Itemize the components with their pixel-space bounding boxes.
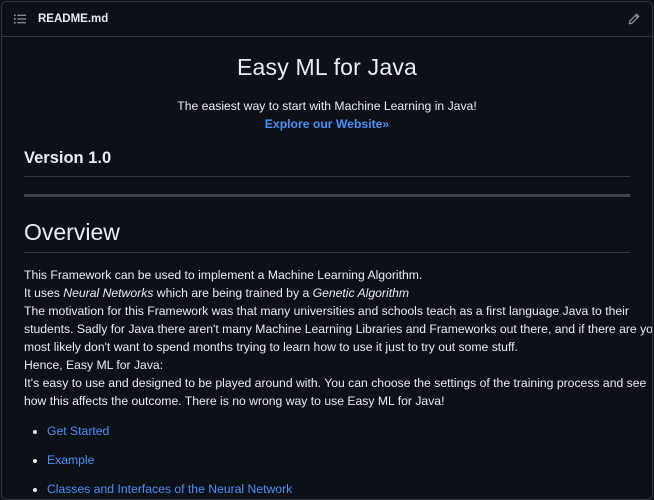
get-started-link[interactable]: Get Started	[47, 424, 109, 438]
classes-interfaces-link[interactable]: Classes and Interfaces of the Neural Net…	[47, 482, 292, 496]
file-header: README.md	[2, 2, 652, 37]
text-line: It's easy to use and designed to be play…	[24, 376, 647, 390]
tagline: The easiest way to start with Machine Le…	[177, 99, 477, 113]
list-item: Example	[47, 451, 630, 469]
readme-title: Easy ML for Java	[236, 54, 418, 80]
text-line: This Framework can be used to implement …	[24, 268, 423, 282]
list-icon[interactable]	[12, 11, 28, 27]
overview-heading: Overview	[24, 217, 630, 253]
pencil-icon[interactable]	[626, 11, 642, 27]
list-item: Classes and Interfaces of the Neural Net…	[47, 480, 630, 498]
text-line: Hence, Easy ML for Java:	[24, 358, 164, 372]
text-line: It uses Neural Networks which are being …	[24, 284, 630, 302]
readme-content: Easy ML for Java The easiest way to star…	[2, 51, 652, 498]
text-line: students. Sadly for Java there aren't ma…	[24, 322, 653, 336]
readme-panel: README.md Easy ML for Java The easiest w…	[1, 1, 653, 500]
emphasis-neural-networks: Neural Networks	[63, 286, 154, 300]
example-link[interactable]: Example	[47, 453, 94, 467]
version-heading: Version 1.0	[24, 146, 630, 177]
website-link[interactable]: Explore our Website»	[265, 117, 389, 131]
emphasis-genetic-algorithm: Genetic Algorithm	[312, 286, 410, 300]
text-line: most likely don't want to spend months t…	[24, 340, 518, 354]
file-name: README.md	[38, 13, 109, 25]
text-line: how this affects the outcome. There is n…	[24, 394, 445, 408]
text-fragment: which are being trained by a	[153, 286, 313, 300]
list-item: Get Started	[47, 422, 630, 440]
link-list: Get Started Example Classes and Interfac…	[24, 422, 630, 498]
website-link-container: Explore our Website»	[24, 115, 630, 133]
horizontal-rule	[24, 194, 630, 197]
text-fragment: It uses	[24, 286, 64, 300]
overview-paragraph: This Framework can be used to implement …	[24, 266, 653, 410]
text-line: The motivation for this Framework was th…	[24, 304, 629, 318]
